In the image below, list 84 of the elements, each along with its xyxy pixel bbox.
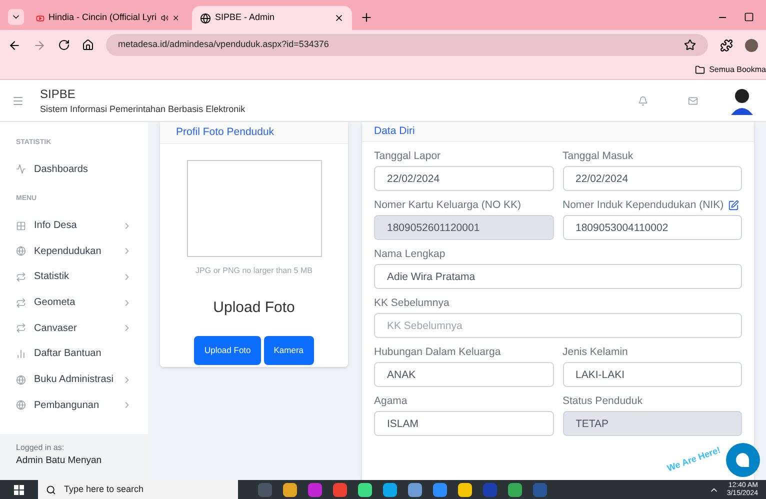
sidebar-item[interactable]: Buku Administrasi (16, 366, 132, 392)
sidebar-item[interactable]: Kependudukan (16, 238, 132, 264)
field-label: Status Penduduk (562, 394, 642, 409)
bar-chart-icon (16, 348, 26, 359)
url-text: metadesa.id/admindesa/vpenduduk.aspx?id=534376 (118, 38, 330, 52)
repeat-icon (16, 272, 26, 282)
avatar-icon[interactable] (730, 86, 754, 114)
upload-heading: Upload Foto (213, 298, 295, 318)
repeat-icon (16, 298, 26, 308)
edit-icon[interactable] (728, 200, 739, 211)
sidebar-item[interactable]: Info Desa (16, 212, 132, 238)
app-subtitle: Sistem Informasi Pemerintahan Berbasis Elektronik (40, 102, 246, 116)
grid-icon (16, 220, 26, 231)
input-field[interactable]: ANAK (374, 362, 554, 387)
maximize-icon[interactable] (744, 12, 754, 22)
field-label: Hubungan Dalam Keluarga (374, 344, 501, 360)
sidebar-item[interactable]: Canvaser (16, 315, 132, 342)
app-icon[interactable] (333, 482, 347, 496)
field-label: Jenis Kelamin (562, 344, 628, 360)
tab-title: SIPBE - Admin (215, 11, 276, 24)
field-label: Nomer Induk Kependudukan (NIK) (562, 198, 724, 213)
sidebar-item[interactable]: Pembangunan (16, 392, 132, 418)
user-name: Admin Batu Menyan (16, 454, 103, 468)
input-field[interactable]: 1809053004110002 (562, 215, 742, 240)
field-label: Agama (374, 394, 408, 409)
windows-icon[interactable] (14, 484, 24, 494)
repeat-icon (16, 323, 26, 334)
profile-icon[interactable] (745, 38, 758, 52)
address-bar[interactable]: metadesa.id/admindesa/vpenduduk.aspx?id=534376 (106, 34, 708, 56)
field-label: Tanggal Masuk (562, 148, 634, 164)
reload-icon[interactable] (58, 39, 70, 51)
app-icon[interactable] (458, 482, 472, 496)
search-icon (46, 484, 56, 494)
app-title: SIPBE (40, 86, 76, 103)
chat-bubble-icon (735, 452, 751, 468)
input-field[interactable]: ISLAM (374, 411, 554, 436)
browser-tab[interactable]: Hindia - Cincin (Official Lyri (28, 6, 188, 30)
back-icon[interactable] (8, 38, 21, 52)
close-icon[interactable] (334, 13, 344, 23)
globe-icon (16, 246, 26, 256)
globe-icon (16, 374, 26, 385)
sidebar-item[interactable]: Statistik (16, 264, 132, 290)
speaker-icon[interactable] (160, 13, 168, 23)
sidebar-item[interactable]: Geometa (16, 290, 132, 316)
bookmarks-folder[interactable]: Semua Bookma (709, 64, 766, 76)
input-field[interactable]: LAKI-LAKI (562, 362, 742, 387)
bookmark-star-icon[interactable] (684, 39, 696, 51)
globe-icon (200, 12, 211, 24)
home-icon[interactable] (82, 39, 94, 51)
input-field[interactable]: 22/02/2024 (562, 166, 742, 191)
field-label: Nomer Kartu Keluarga (NO KK) (374, 198, 522, 213)
input-field[interactable]: 22/02/2024 (374, 166, 554, 191)
app-icon[interactable] (383, 482, 397, 496)
sidebar-item[interactable]: Dashboards (16, 156, 132, 182)
video-icon (36, 12, 44, 24)
sidebar-item[interactable]: Daftar Bantuan (16, 341, 132, 367)
tab-title: Hindia - Cincin (Official Lyri (48, 11, 157, 24)
extensions-icon[interactable] (720, 38, 733, 52)
tab-search-button[interactable] (8, 9, 24, 25)
app-icon[interactable] (433, 482, 447, 496)
logged-in-caption: Logged in as: (16, 442, 66, 454)
close-icon[interactable] (172, 13, 180, 23)
card-title: Profil Foto Penduduk (176, 124, 274, 140)
upload-button[interactable]: Upload Foto (194, 336, 261, 364)
app-icon[interactable] (508, 482, 522, 496)
app-icon[interactable] (283, 482, 297, 496)
forward-icon[interactable] (33, 38, 46, 52)
globe-icon (16, 400, 26, 410)
card-title: Data Diri (374, 124, 415, 139)
field-label: Nama Lengkap (374, 246, 446, 262)
app-icon[interactable] (358, 482, 372, 496)
input-field[interactable]: Adie Wira Pratama (374, 264, 742, 289)
taskbar-search[interactable]: Type here to search (38, 480, 238, 499)
pulse-icon (16, 164, 26, 174)
upload-hint: JPG or PNG no larger than 5 MB (196, 265, 312, 277)
new-tab-icon[interactable] (360, 11, 373, 24)
upload-button[interactable]: Kamera (264, 336, 314, 364)
browser-tab[interactable]: SIPBE - Admin (192, 6, 352, 30)
app-icon[interactable] (408, 482, 422, 496)
folder-icon[interactable] (695, 64, 706, 74)
field-label: Tanggal Lapor (374, 148, 441, 164)
input-field[interactable]: KK Sebelumnya (374, 313, 742, 338)
chat-caption: We Are Here! (665, 444, 723, 476)
field-label: KK Sebelumnya (374, 296, 450, 311)
